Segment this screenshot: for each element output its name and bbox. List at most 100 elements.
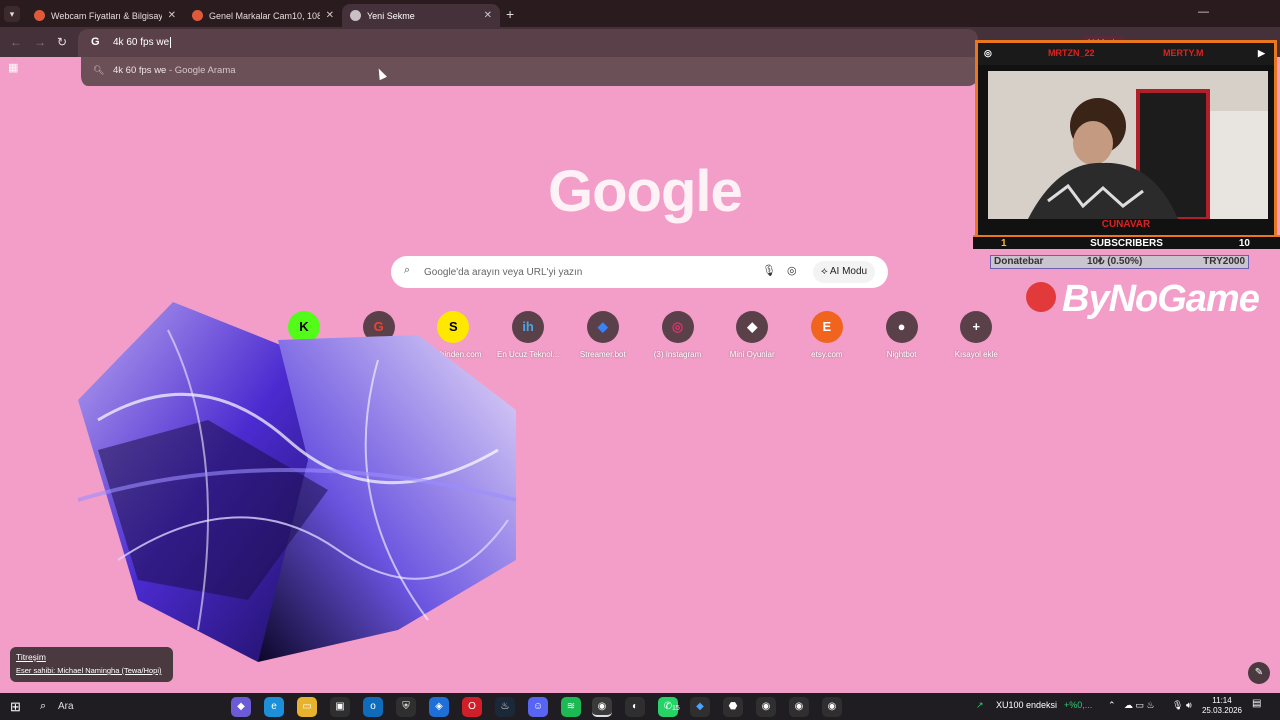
artwork-author-link[interactable]: Eser sahibi: Michael Namingha (Tewa/Hopi… <box>16 666 167 675</box>
youtube-icon: ▶ <box>1258 48 1265 58</box>
notification-icon[interactable]: ▤ <box>1252 698 1261 709</box>
clock[interactable]: 11:14 25.03.2026 <box>1200 696 1244 716</box>
taskbar: ⊞ ⌕ Ara ◆ e ▭ ▣ o ⛨ ◈ O ♨ ☺ ≋ ◉ ◐ ✆ 15 ◆… <box>0 693 1280 720</box>
subscriber-goal-bar: 1 SUBSCRIBERS 10 <box>973 235 1280 249</box>
streamerbot-icon[interactable]: ◆ <box>690 697 710 717</box>
donate-progress: 10₺ (0.50%) <box>1087 256 1143 267</box>
obs-icon[interactable]: ◐ <box>625 697 645 717</box>
omnibox-suggestion[interactable]: 🔍︎ 4k 60 fps we - Google Arama <box>78 57 978 86</box>
suggestion-text: 4k 60 fps we - Google Arama <box>113 65 236 76</box>
reload-icon[interactable]: ↻ <box>57 35 67 49</box>
chart-icon: ↗ <box>976 700 984 710</box>
customize-pencil-icon[interactable]: ✎ <box>1248 662 1270 684</box>
minimize-icon[interactable]: — <box>1198 6 1209 18</box>
shortcut-etsy-com[interactable]: Eetsy.com <box>790 311 864 359</box>
shortcut-nightbot[interactable]: ● Nightbot <box>865 311 939 359</box>
shortcut-icon: ◎ <box>661 311 694 343</box>
sponsor-logo: ByNoGame <box>1062 278 1260 320</box>
subscriber-label: SUBSCRIBERS <box>1090 238 1163 249</box>
app-icon[interactable]: ⬣ <box>723 697 743 717</box>
edge-icon[interactable]: e <box>264 697 284 717</box>
stock-change: +%0,... <box>1064 700 1093 710</box>
shortcut-icon: ◆ <box>736 311 769 343</box>
chrome-profile-icon[interactable]: ◉ <box>789 697 809 717</box>
donate-bar: Donatebar 10₺ (0.50%) TRY2000 <box>990 255 1249 269</box>
chrome-profile-icon[interactable]: ◉ <box>822 697 842 717</box>
artwork-title-link[interactable]: Titreşim <box>16 652 167 662</box>
google-lens-icon[interactable]: ◎ <box>787 264 797 277</box>
chevron-up-icon[interactable]: ⌃ <box>1108 700 1116 711</box>
file-explorer-icon[interactable]: ▭ <box>297 697 317 717</box>
instagram-icon: ◎ <box>984 48 992 58</box>
address-bar[interactable]: G 4k 60 fps we <box>78 29 978 57</box>
search-input[interactable] <box>424 263 744 281</box>
webcam-frame: ◎ MRTZN_22 MERTY.M ▶ CUNAVAR <box>975 40 1277 240</box>
instagram-handle: MRTZN_22 <box>1048 48 1095 58</box>
taskbar-search-label: Ara <box>58 701 74 712</box>
shortcut-mini-oyunlar[interactable]: ◆ Mini Oyunlar <box>715 311 789 359</box>
shortcut-icon: ● <box>885 311 918 343</box>
address-input[interactable]: 4k 60 fps we <box>113 37 172 48</box>
chrome-icon <box>350 10 361 21</box>
background-attribution: Titreşim Eser sahibi: Michael Namingha (… <box>10 647 173 682</box>
background-artwork <box>78 302 517 662</box>
shortcut-streamer-bot[interactable]: ◆ Streamer.bot <box>566 311 640 359</box>
close-icon[interactable]: ✕ <box>484 10 492 21</box>
apps-grid-icon[interactable]: ▦ <box>8 61 18 74</box>
search-icon: ⌕ <box>40 700 47 712</box>
google-logo: Google <box>548 159 743 224</box>
webcam-video <box>988 71 1268 219</box>
shortcut-label: (3) Instagram <box>653 350 702 359</box>
shortcut-3-instagram[interactable]: ◎ (3) Instagram <box>641 311 715 359</box>
stock-ticker[interactable]: XU100 endeksi <box>996 700 1057 710</box>
windows-start-icon[interactable]: ⊞ <box>10 699 21 715</box>
social-bar: ◎ MRTZN_22 MERTY.M ▶ <box>978 43 1274 65</box>
chrome-profile-icon[interactable]: ◉ <box>756 697 776 717</box>
tab-genel-markalar[interactable]: Genel Markalar Cam10, 1080p, ✕ <box>184 4 342 27</box>
volume-icon[interactable]: 🔊︎ <box>1186 700 1192 711</box>
forward-icon[interactable]: → <box>34 35 46 49</box>
ai-mode-button[interactable]: ⟡ AI Modu <box>813 261 876 283</box>
shortcut-icon: + <box>960 311 993 343</box>
spotify-icon[interactable]: ≋ <box>561 697 581 717</box>
security-icon[interactable]: ⛨ <box>396 697 416 717</box>
opera-icon[interactable]: O <box>462 697 482 717</box>
microphone-icon[interactable]: 🎙︎ <box>762 264 776 277</box>
search-icon: 🔍︎ <box>93 65 105 75</box>
taskbar-search[interactable]: ⌕ Ara <box>32 695 222 718</box>
cam-label: CUNAVAR <box>1101 219 1151 230</box>
close-icon[interactable]: ✕ <box>168 10 176 21</box>
back-icon[interactable]: ← <box>10 35 22 49</box>
copilot-icon[interactable]: ◆ <box>231 697 251 717</box>
bynogame-logo-icon <box>1026 282 1056 312</box>
store-icon[interactable]: ▣ <box>330 697 350 717</box>
tab-favicon-icon <box>192 10 203 21</box>
new-tab-button[interactable]: + <box>506 6 514 22</box>
chrome-icon[interactable]: ◉ <box>592 697 612 717</box>
search-box[interactable]: ⌕ 🎙︎ ◎ ⟡ AI Modu <box>391 256 888 288</box>
tab-new-tab[interactable]: Yeni Sekme ✕ <box>342 4 500 27</box>
app-icon[interactable]: ◈ <box>429 697 449 717</box>
tab-title: Webcam Fiyatları & Bilgisayar K <box>51 10 162 21</box>
tray-icons[interactable]: ☁ ▭ ♨ <box>1124 700 1155 711</box>
close-icon[interactable]: ✕ <box>326 10 334 21</box>
microphone-icon[interactable]: 🎙︎ <box>1172 700 1183 711</box>
youtube-handle: MERTY.M <box>1163 48 1204 58</box>
tab-webcam[interactable]: Webcam Fiyatları & Bilgisayar K ✕ <box>26 4 184 27</box>
outlook-icon[interactable]: o <box>363 697 383 717</box>
clock-date: 25.03.2026 <box>1201 706 1243 715</box>
shortcut-icon: ◆ <box>586 311 619 343</box>
tab-title: Yeni Sekme <box>367 10 415 21</box>
shortcut-label: Kısayol ekle <box>954 350 998 359</box>
tab-search-button[interactable]: ▾ <box>4 6 20 22</box>
shortcut-label: Streamer.bot <box>579 350 626 359</box>
clock-time: 11:14 <box>1212 696 1232 705</box>
shortcut-k-sayol-ekle[interactable]: + Kısayol ekle <box>939 311 1013 359</box>
whatsapp-badge: 15 <box>672 705 680 712</box>
steam-icon[interactable]: ♨ <box>495 697 515 717</box>
shortcut-label: Mini Oyunlar <box>729 350 775 359</box>
discord-icon[interactable]: ☺ <box>528 697 548 717</box>
shortcut-icon: E <box>810 311 843 343</box>
shortcut-label: Nightbot <box>886 350 917 359</box>
subscriber-goal: 10 <box>1238 238 1250 249</box>
